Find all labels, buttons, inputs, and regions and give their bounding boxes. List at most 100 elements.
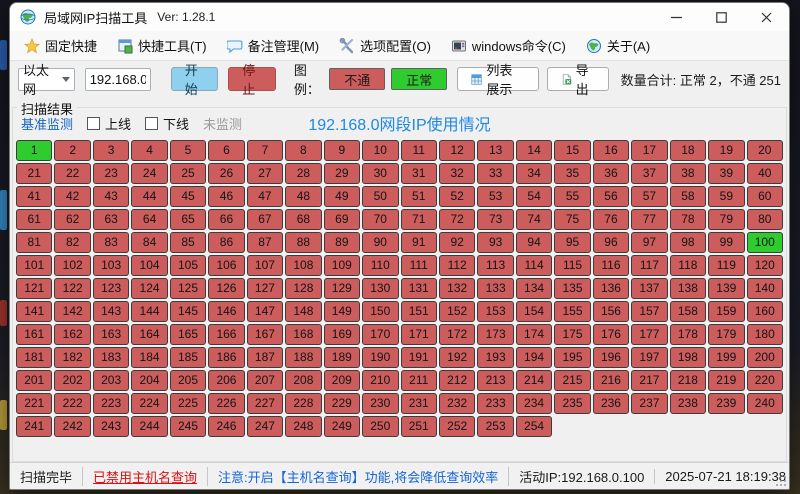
ip-cell-31[interactable]: 31: [401, 163, 437, 184]
ip-cell-229[interactable]: 229: [324, 393, 360, 414]
ip-cell-94[interactable]: 94: [516, 232, 552, 253]
ip-cell-217[interactable]: 217: [631, 370, 667, 391]
ip-cell-103[interactable]: 103: [93, 255, 129, 276]
resize-grip[interactable]: [776, 476, 786, 486]
ip-cell-86[interactable]: 86: [208, 232, 244, 253]
ip-cell-76[interactable]: 76: [593, 209, 629, 230]
ip-cell-98[interactable]: 98: [670, 232, 706, 253]
status-hostname-disabled[interactable]: 已禁用主机名查询: [82, 467, 207, 486]
ip-cell-152[interactable]: 152: [439, 301, 475, 322]
ip-cell-147[interactable]: 147: [247, 301, 283, 322]
ip-cell-254[interactable]: 254: [516, 416, 552, 437]
ip-cell-96[interactable]: 96: [593, 232, 629, 253]
ip-cell-159[interactable]: 159: [708, 301, 744, 322]
ip-cell-220[interactable]: 220: [747, 370, 783, 391]
ip-cell-77[interactable]: 77: [631, 209, 667, 230]
ip-cell-245[interactable]: 245: [170, 416, 206, 437]
menu-item-about[interactable]: 关于(A): [578, 33, 658, 58]
ip-cell-156[interactable]: 156: [593, 301, 629, 322]
ip-cell-163[interactable]: 163: [93, 324, 129, 345]
ip-cell-250[interactable]: 250: [362, 416, 398, 437]
ip-cell-123[interactable]: 123: [93, 278, 129, 299]
ip-cell-175[interactable]: 175: [554, 324, 590, 345]
ip-cell-51[interactable]: 51: [401, 186, 437, 207]
ip-cell-174[interactable]: 174: [516, 324, 552, 345]
ip-cell-176[interactable]: 176: [593, 324, 629, 345]
ip-cell-157[interactable]: 157: [631, 301, 667, 322]
ip-cell-170[interactable]: 170: [362, 324, 398, 345]
offline-checkbox[interactable]: [145, 117, 158, 130]
ip-cell-208[interactable]: 208: [285, 370, 321, 391]
ip-cell-221[interactable]: 221: [16, 393, 52, 414]
ip-cell-58[interactable]: 58: [670, 186, 706, 207]
ip-cell-164[interactable]: 164: [131, 324, 167, 345]
ip-cell-102[interactable]: 102: [54, 255, 90, 276]
ip-cell-115[interactable]: 115: [554, 255, 590, 276]
ip-cell-247[interactable]: 247: [247, 416, 283, 437]
ip-cell-52[interactable]: 52: [439, 186, 475, 207]
ip-cell-4[interactable]: 4: [131, 140, 167, 161]
ip-cell-70[interactable]: 70: [362, 209, 398, 230]
ip-cell-37[interactable]: 37: [631, 163, 667, 184]
ip-cell-131[interactable]: 131: [401, 278, 437, 299]
menu-item-windows-cmd[interactable]: windows命令(C): [443, 33, 574, 58]
ip-cell-138[interactable]: 138: [670, 278, 706, 299]
ip-cell-7[interactable]: 7: [247, 140, 283, 161]
ip-cell-214[interactable]: 214: [516, 370, 552, 391]
ip-cell-201[interactable]: 201: [16, 370, 52, 391]
ip-cell-106[interactable]: 106: [208, 255, 244, 276]
ip-cell-114[interactable]: 114: [516, 255, 552, 276]
ip-cell-54[interactable]: 54: [516, 186, 552, 207]
ip-cell-191[interactable]: 191: [401, 347, 437, 368]
ip-cell-110[interactable]: 110: [362, 255, 398, 276]
ip-cell-27[interactable]: 27: [247, 163, 283, 184]
ip-cell-107[interactable]: 107: [247, 255, 283, 276]
ip-cell-18[interactable]: 18: [670, 140, 706, 161]
ip-cell-118[interactable]: 118: [670, 255, 706, 276]
ip-cell-196[interactable]: 196: [593, 347, 629, 368]
ip-cell-21[interactable]: 21: [16, 163, 52, 184]
ip-cell-119[interactable]: 119: [708, 255, 744, 276]
ip-cell-235[interactable]: 235: [554, 393, 590, 414]
ip-cell-137[interactable]: 137: [631, 278, 667, 299]
ip-cell-83[interactable]: 83: [93, 232, 129, 253]
menu-item-pin-shortcut[interactable]: 固定快捷: [16, 33, 105, 58]
ip-cell-99[interactable]: 99: [708, 232, 744, 253]
ip-cell-178[interactable]: 178: [670, 324, 706, 345]
ip-cell-189[interactable]: 189: [324, 347, 360, 368]
ip-cell-68[interactable]: 68: [285, 209, 321, 230]
ip-cell-121[interactable]: 121: [16, 278, 52, 299]
maximize-button[interactable]: [699, 3, 744, 31]
ip-cell-228[interactable]: 228: [285, 393, 321, 414]
ip-cell-125[interactable]: 125: [170, 278, 206, 299]
ip-cell-9[interactable]: 9: [324, 140, 360, 161]
ip-cell-79[interactable]: 79: [708, 209, 744, 230]
ip-cell-95[interactable]: 95: [554, 232, 590, 253]
baseline-monitor-link[interactable]: 基准监测: [21, 114, 73, 133]
ip-cell-45[interactable]: 45: [170, 186, 206, 207]
ip-cell-231[interactable]: 231: [401, 393, 437, 414]
ip-cell-246[interactable]: 246: [208, 416, 244, 437]
ip-cell-40[interactable]: 40: [747, 163, 783, 184]
ip-cell-17[interactable]: 17: [631, 140, 667, 161]
ip-cell-168[interactable]: 168: [285, 324, 321, 345]
ip-cell-218[interactable]: 218: [670, 370, 706, 391]
ip-cell-205[interactable]: 205: [170, 370, 206, 391]
ip-cell-232[interactable]: 232: [439, 393, 475, 414]
ip-cell-38[interactable]: 38: [670, 163, 706, 184]
ip-cell-169[interactable]: 169: [324, 324, 360, 345]
ip-cell-75[interactable]: 75: [554, 209, 590, 230]
offline-check-pair[interactable]: 下线: [145, 114, 189, 133]
ip-cell-11[interactable]: 11: [401, 140, 437, 161]
ip-cell-206[interactable]: 206: [208, 370, 244, 391]
title-bar[interactable]: 局域网IP扫描工具 Ver: 1.28.1: [10, 3, 789, 31]
ip-cell-16[interactable]: 16: [593, 140, 629, 161]
ip-cell-141[interactable]: 141: [16, 301, 52, 322]
ip-cell-240[interactable]: 240: [747, 393, 783, 414]
ip-cell-195[interactable]: 195: [554, 347, 590, 368]
ip-cell-132[interactable]: 132: [439, 278, 475, 299]
ip-cell-130[interactable]: 130: [362, 278, 398, 299]
ip-cell-3[interactable]: 3: [93, 140, 129, 161]
ip-cell-50[interactable]: 50: [362, 186, 398, 207]
ip-cell-133[interactable]: 133: [477, 278, 513, 299]
